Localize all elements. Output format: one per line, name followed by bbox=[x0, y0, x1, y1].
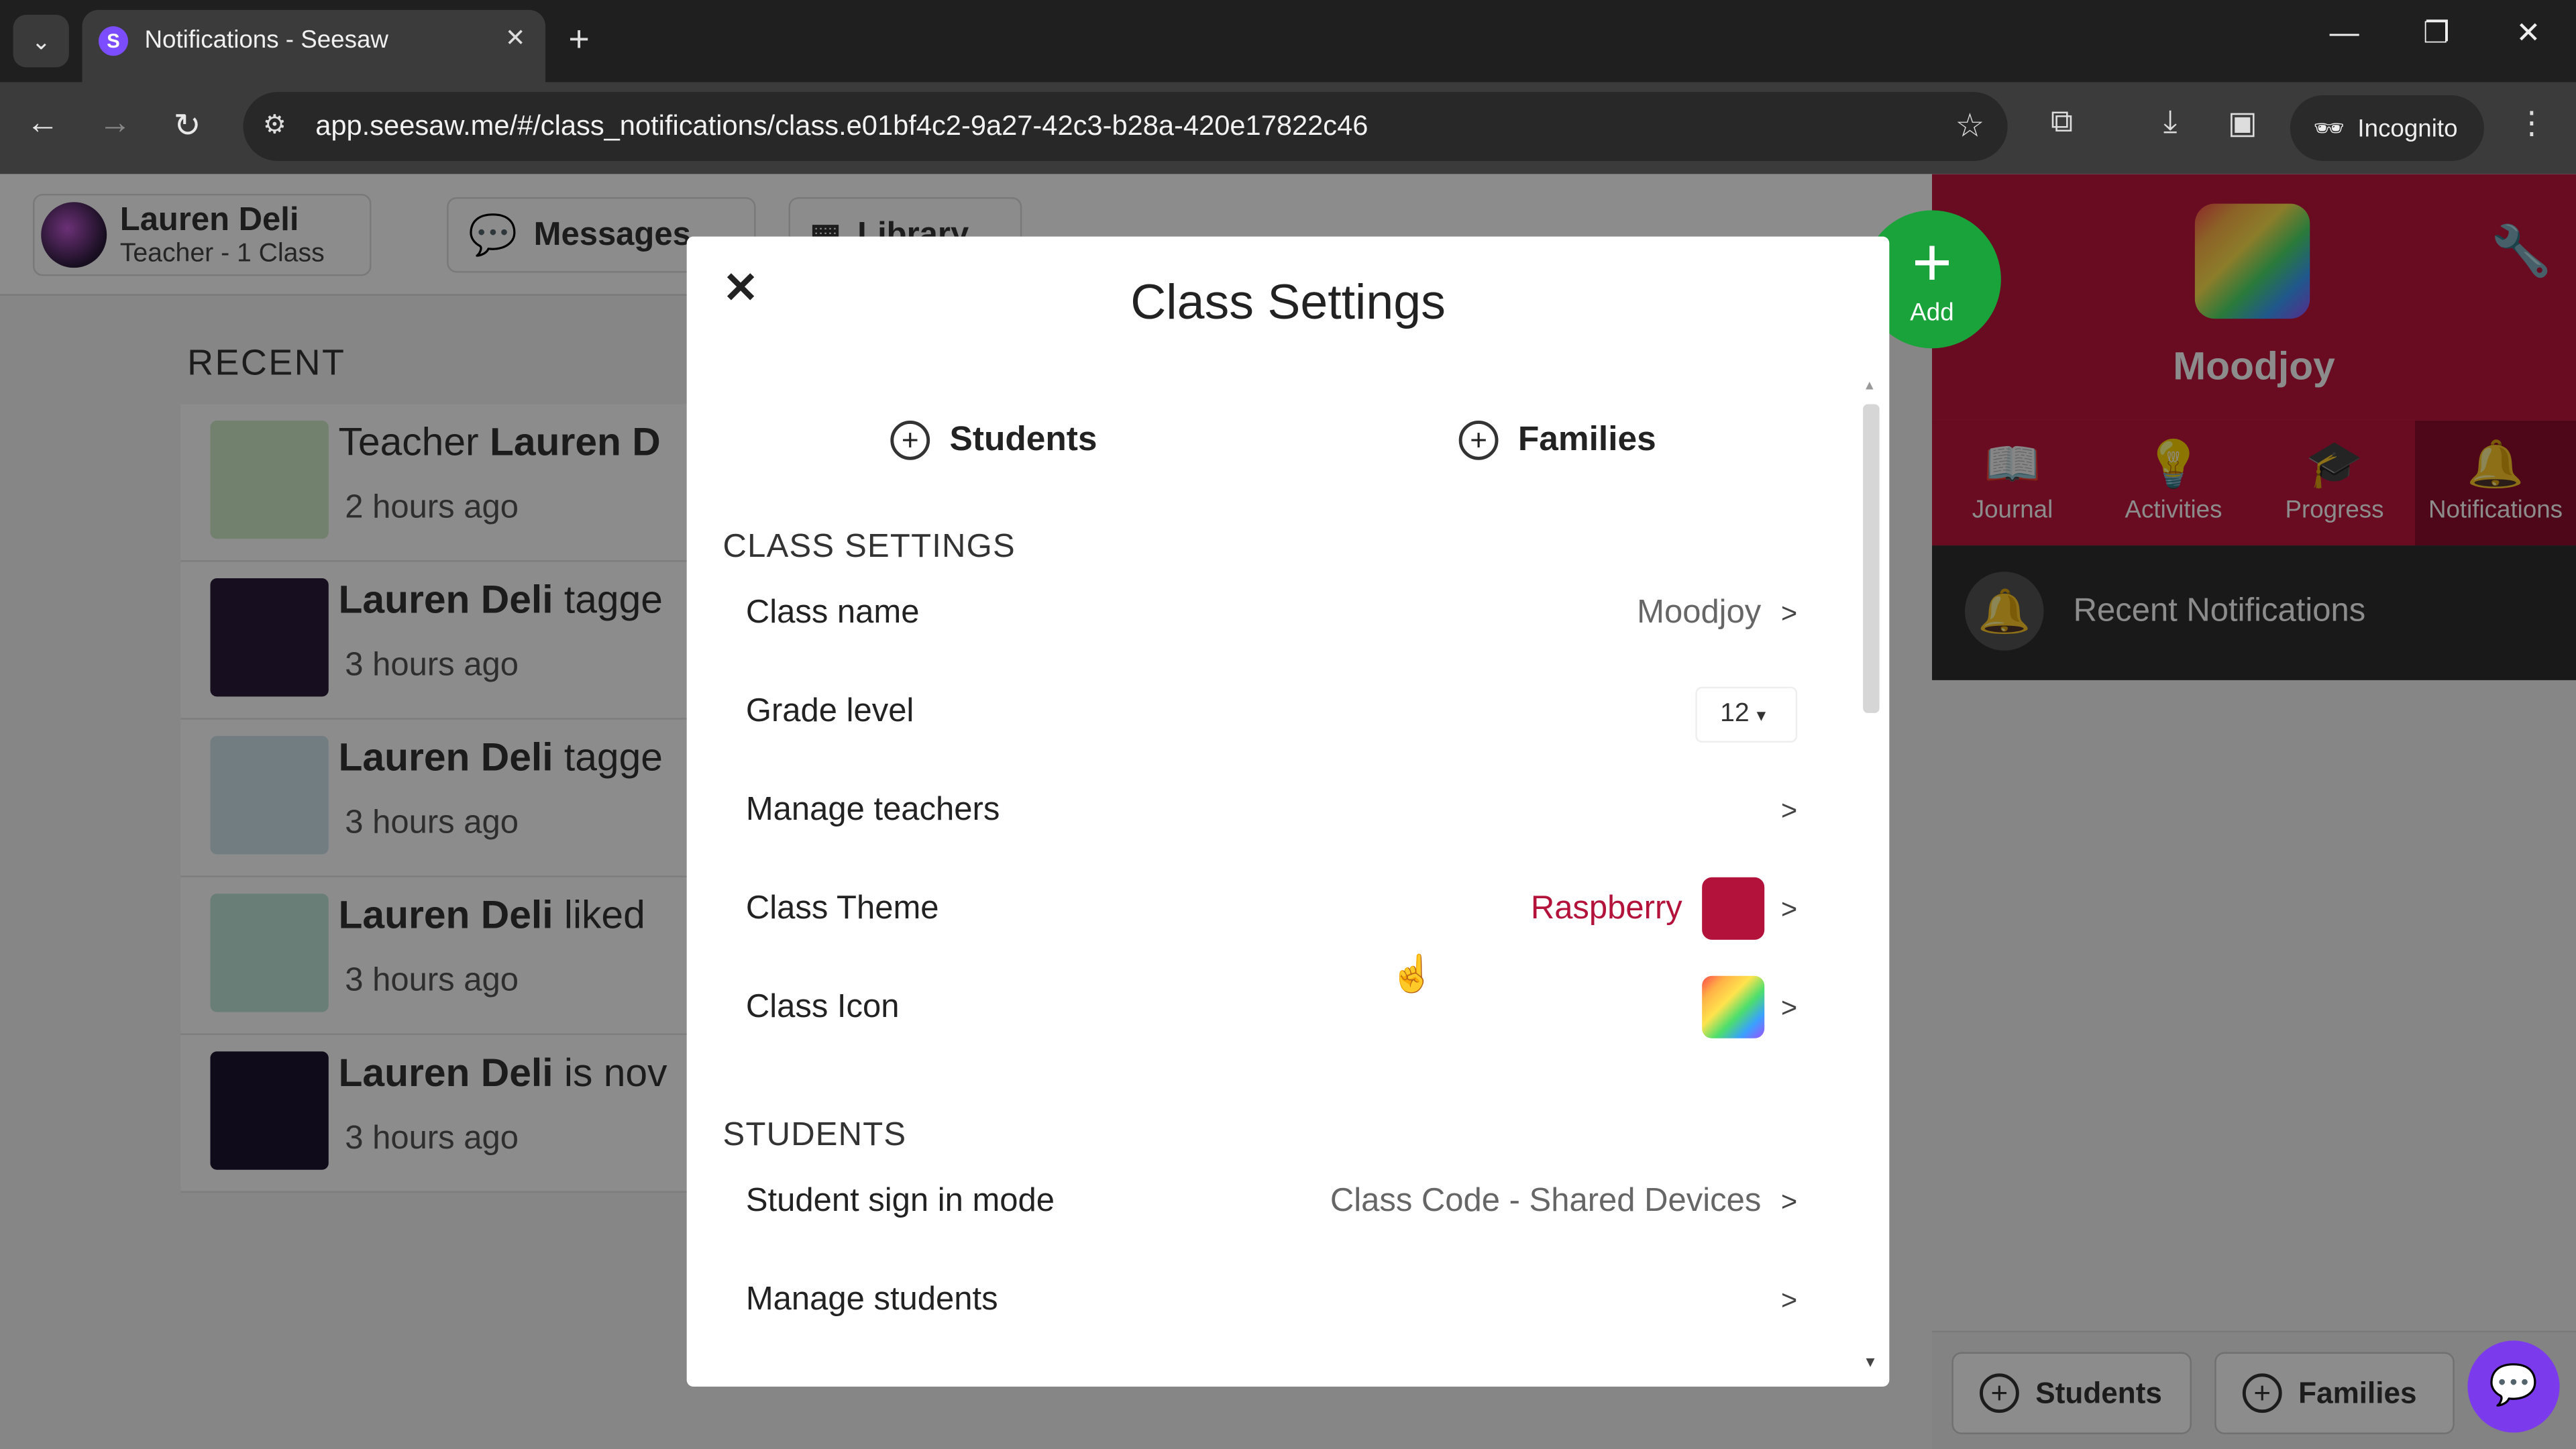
incognito-badge[interactable]: 🕶 Incognito bbox=[2290, 95, 2484, 162]
grade-level-value: 12 bbox=[1720, 700, 1750, 728]
class-icon-label: Class Icon bbox=[745, 989, 900, 1026]
plus-circle-icon: + bbox=[890, 420, 930, 460]
hand-cursor-icon: ☝ bbox=[1389, 953, 1435, 994]
tab-title: Notifications - Seesaw bbox=[144, 26, 388, 54]
url-text[interactable]: app.seesaw.me/#/class_notifications/clas… bbox=[315, 110, 1368, 143]
sign-in-mode-label: Student sign in mode bbox=[745, 1183, 1055, 1220]
section-students: STUDENTS bbox=[722, 1117, 907, 1154]
scroll-up-icon[interactable]: ▲ bbox=[1863, 378, 1876, 392]
section-class-settings: CLASS SETTINGS bbox=[722, 529, 1016, 566]
chevron-right-icon: > bbox=[1780, 795, 1798, 826]
chat-support-button[interactable]: 💬 bbox=[2467, 1340, 2560, 1433]
tab-search-icon[interactable]: ⌄ bbox=[13, 15, 69, 68]
incognito-label: Incognito bbox=[2357, 114, 2458, 142]
incognito-icon: 🕶 bbox=[2313, 115, 2345, 144]
tab-close-icon[interactable]: ✕ bbox=[505, 23, 526, 53]
sign-in-mode-row[interactable]: Student sign in mode Class Code - Shared… bbox=[746, 1170, 1797, 1236]
bookmark-star-icon[interactable]: ☆ bbox=[1955, 105, 1984, 146]
chevron-right-icon: > bbox=[1780, 1285, 1798, 1316]
side-panel-icon[interactable]: ▣ bbox=[2221, 105, 2264, 143]
modal-scrollbar[interactable]: ▲ ▼ bbox=[1860, 378, 1882, 1380]
modal-title: Class Settings bbox=[1130, 276, 1446, 331]
class-name-row[interactable]: Class name Moodjoy > bbox=[746, 582, 1797, 647]
scroll-down-icon[interactable]: ▼ bbox=[1863, 1354, 1878, 1370]
browser-tab-bar: ⌄ S Notifications - Seesaw ✕ + — ❐ ✕ bbox=[0, 0, 2576, 83]
grade-level-select[interactable]: 12 ▾ bbox=[1695, 686, 1798, 743]
grade-level-label: Grade level bbox=[745, 693, 914, 730]
seesaw-page: Lauren Deli Teacher - 1 Class 💬 Messages… bbox=[0, 174, 2576, 1449]
screen: ⌄ S Notifications - Seesaw ✕ + — ❐ ✕ ← →… bbox=[0, 0, 2576, 1449]
extensions-icon[interactable]: ⧉ bbox=[2041, 105, 2084, 142]
manage-teachers-label: Manage teachers bbox=[745, 792, 1000, 828]
class-theme-label: Class Theme bbox=[745, 890, 939, 927]
sign-in-mode-value: Class Code - Shared Devices bbox=[1330, 1183, 1762, 1220]
chevron-right-icon: > bbox=[1780, 598, 1798, 629]
modal-families-label: Families bbox=[1517, 420, 1656, 459]
browser-menu-icon[interactable]: ⋮ bbox=[2510, 105, 2553, 143]
back-icon[interactable]: ← bbox=[19, 105, 66, 143]
theme-color-swatch bbox=[1702, 877, 1765, 940]
class-bear-icon bbox=[1702, 975, 1765, 1038]
chevron-right-icon: > bbox=[1780, 992, 1798, 1024]
restore-icon[interactable]: ❐ bbox=[2412, 16, 2461, 50]
seesaw-favicon-icon: S bbox=[98, 26, 129, 56]
grade-level-row: Grade level 12 ▾ bbox=[745, 680, 1798, 746]
window-close-icon[interactable]: ✕ bbox=[2504, 16, 2553, 50]
download-icon[interactable]: ⤓ bbox=[2149, 105, 2192, 142]
scroll-thumb[interactable] bbox=[1863, 404, 1880, 713]
class-name-label: Class name bbox=[745, 594, 920, 631]
plus-circle-icon: + bbox=[1458, 420, 1499, 460]
modal-add-families-button[interactable]: + Families bbox=[1458, 420, 1656, 460]
class-name-value: Moodjoy bbox=[1637, 594, 1762, 631]
modal-add-students-button[interactable]: + Students bbox=[890, 420, 1097, 460]
caret-down-icon: ▾ bbox=[1756, 706, 1766, 727]
class-icon-row[interactable]: Class Icon > bbox=[745, 975, 1798, 1042]
chevron-right-icon: > bbox=[1780, 894, 1798, 925]
address-bar[interactable]: ⚙ app.seesaw.me/#/class_notifications/cl… bbox=[243, 92, 2008, 162]
class-theme-value: Raspberry bbox=[1530, 890, 1682, 927]
manage-teachers-row[interactable]: Manage teachers > bbox=[746, 779, 1797, 845]
chat-icon: 💬 bbox=[2489, 1363, 2538, 1408]
chevron-right-icon: > bbox=[1780, 1186, 1798, 1218]
class-settings-modal: ✕ Class Settings + Students + Families C… bbox=[686, 236, 1890, 1387]
modal-students-label: Students bbox=[949, 420, 1097, 459]
reload-icon[interactable]: ↻ bbox=[164, 105, 211, 146]
browser-tab[interactable]: S Notifications - Seesaw ✕ bbox=[82, 9, 546, 83]
manage-students-row[interactable]: Manage students > bbox=[746, 1269, 1797, 1334]
site-info-icon[interactable]: ⚙ bbox=[263, 109, 286, 142]
browser-toolbar: ← → ↻ ⚙ app.seesaw.me/#/class_notificati… bbox=[0, 82, 2576, 174]
new-tab-icon[interactable]: + bbox=[568, 19, 589, 59]
forward-icon[interactable]: → bbox=[92, 105, 138, 143]
class-theme-row[interactable]: Class Theme Raspberry > bbox=[746, 877, 1797, 943]
minimize-icon[interactable]: — bbox=[2320, 16, 2369, 50]
manage-students-label: Manage students bbox=[745, 1281, 998, 1318]
